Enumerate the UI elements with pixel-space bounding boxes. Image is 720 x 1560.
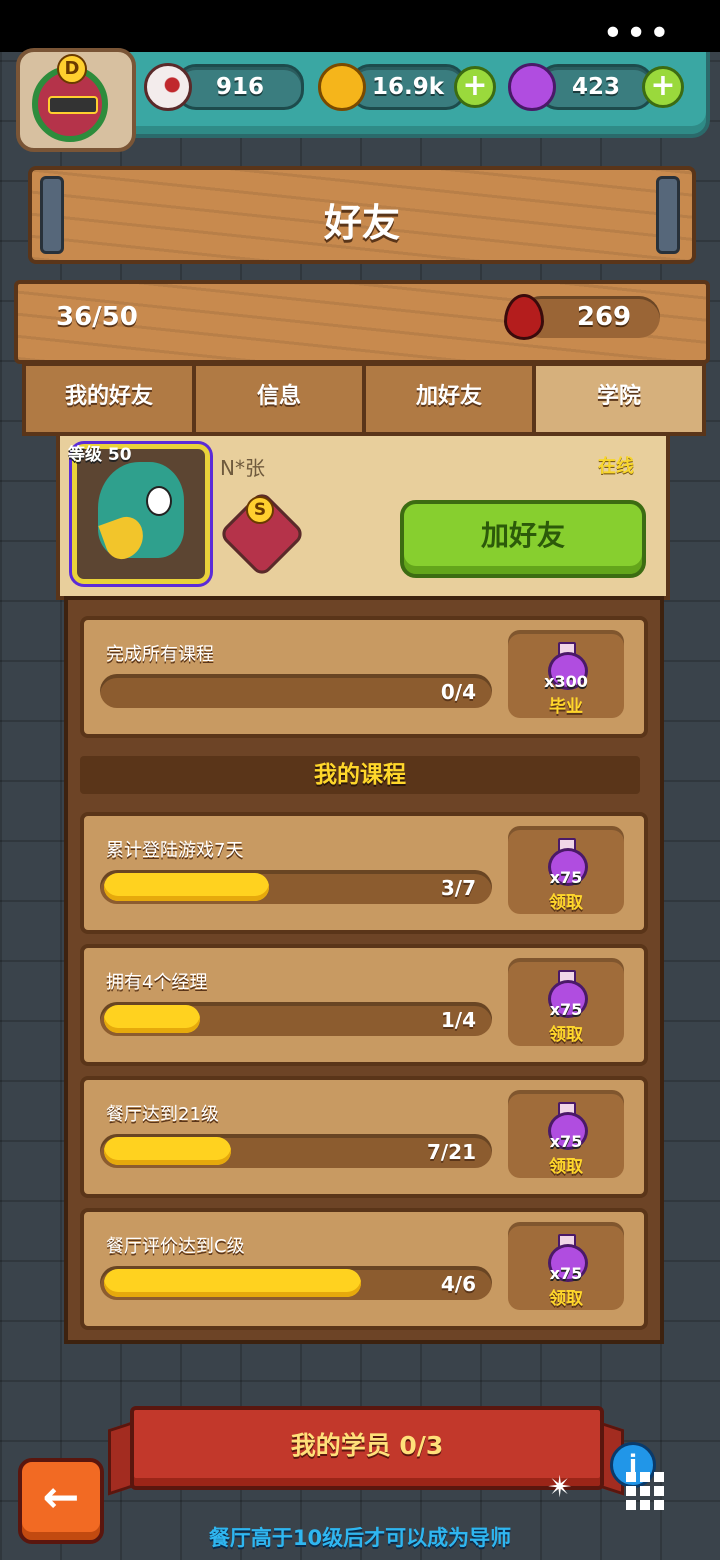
course-progress-text: 4/6 <box>440 1272 476 1296</box>
coin-count: 16.9k <box>371 74 445 100</box>
title-banner: 好友 <box>28 166 696 264</box>
course-label: 拥有4个经理 <box>106 972 208 993</box>
friend-name: N*张 <box>220 456 265 480</box>
course-reward-action: 领取 <box>549 1025 583 1045</box>
player-rank-letter: D <box>57 54 87 84</box>
course-progress-fill <box>104 1269 361 1297</box>
tab-label: 学院 <box>596 384 641 409</box>
course-reward-action: 领取 <box>549 1157 583 1177</box>
course-reward-action: 领取 <box>549 1289 583 1309</box>
coin-counter: 16.9k <box>350 64 466 110</box>
tab-my-friends[interactable]: 我的好友 <box>22 362 196 436</box>
online-status: 在线 <box>598 456 634 477</box>
course-progress-text: 1/4 <box>440 1008 476 1032</box>
add-potions-button[interactable]: + <box>642 66 684 108</box>
tab-label: 加好友 <box>415 384 482 409</box>
course-progress-text: 7/21 <box>426 1140 476 1164</box>
course-reward-amount: x75 <box>549 868 583 887</box>
grid-menu-icon[interactable] <box>626 1472 666 1512</box>
add-friend-button[interactable]: 加好友 <box>400 500 646 578</box>
blood-drop-icon <box>504 294 544 340</box>
course-label: 累计登陆游戏7天 <box>106 840 244 861</box>
banner-bolt-right <box>656 176 680 254</box>
banner-bolt-left <box>40 176 64 254</box>
course-progress-text: 3/7 <box>440 876 476 900</box>
course-label: 餐厅达到21级 <box>106 1104 219 1125</box>
students-count: 我的学员 0/3 <box>290 1431 444 1460</box>
tab-label: 我的好友 <box>64 384 153 409</box>
section-title: 我的课程 <box>314 762 406 788</box>
tab-messages[interactable]: 信息 <box>192 362 366 436</box>
graduation-reward-action: 毕业 <box>549 697 583 717</box>
graduation-label: 完成所有课程 <box>106 644 214 665</box>
potion-count: 423 <box>571 74 620 100</box>
eye-counter: 916 <box>176 64 304 110</box>
course-reward-action: 领取 <box>549 893 583 913</box>
mentor-requirement-note: 餐厅高于10级后才可以成为导师 <box>208 1526 512 1550</box>
sparkle-icon: ✴ <box>547 1470 573 1505</box>
bird-eye-icon <box>146 486 172 516</box>
add-coins-button[interactable]: + <box>454 66 496 108</box>
students-ribbon: 我的学员 0/3 <box>130 1406 604 1490</box>
course-progress-fill <box>104 873 269 901</box>
coin-icon <box>318 63 366 111</box>
potion-icon <box>508 63 556 111</box>
friend-level: 等级 50 <box>68 445 132 465</box>
course-reward-amount: x75 <box>549 1132 583 1151</box>
graduation-progress-text: 0/4 <box>440 680 476 704</box>
course-reward-amount: x75 <box>549 1264 583 1283</box>
eye-icon <box>144 63 192 111</box>
friend-count: 36/50 <box>56 302 138 332</box>
friend-rank-letter: S <box>246 496 274 524</box>
eye-count: 916 <box>215 74 264 100</box>
add-friend-label: 加好友 <box>480 519 565 552</box>
graduation-reward-amount: x300 <box>544 672 588 691</box>
course-progress-fill <box>104 1005 200 1033</box>
tab-academy[interactable]: 学院 <box>532 362 706 436</box>
course-reward-amount: x75 <box>549 1000 583 1019</box>
tab-add-friend[interactable]: 加好友 <box>362 362 536 436</box>
tab-label: 信息 <box>256 384 301 409</box>
course-label: 餐厅评价达到C级 <box>106 1236 245 1257</box>
course-progress-fill <box>104 1137 231 1165</box>
section-header: 我的课程 <box>80 756 640 794</box>
avatar-teeth-icon <box>48 96 98 114</box>
page-title: 好友 <box>323 201 400 245</box>
